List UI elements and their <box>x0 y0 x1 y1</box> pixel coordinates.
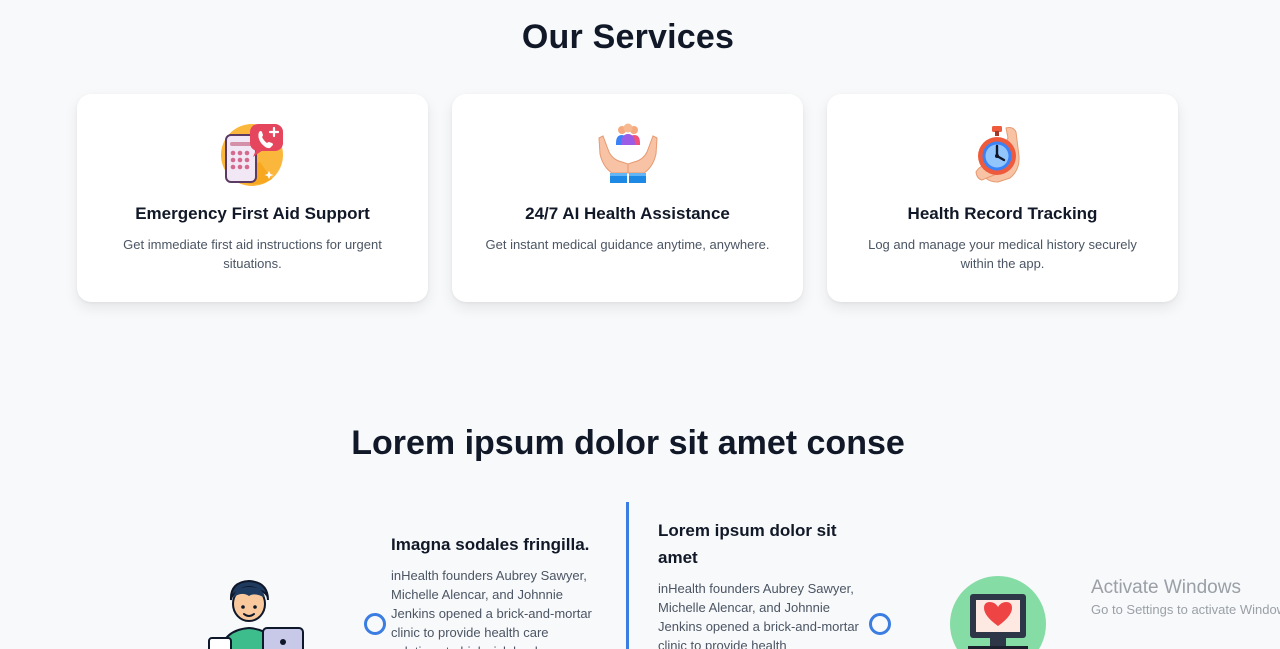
services-title: Our Services <box>521 18 735 56</box>
timeline-item-description: inHealth founders Aubrey Sawyer, Michell… <box>391 568 592 649</box>
timeline-item-title: Imagna sodales fringilla. <box>391 535 590 554</box>
activate-windows-watermark: Activate Windows Go to Settings to activ… <box>1091 577 1280 620</box>
heart-monitor-icon <box>950 576 1046 649</box>
service-card-description: Log and manage your medical history secu… <box>868 237 1137 271</box>
service-card-title: 24/7 AI Health Assistance <box>525 204 730 223</box>
emergency-phone-icon <box>220 122 286 188</box>
page: Our Services Emergency First Aid Support… <box>0 0 1280 649</box>
service-card-title: Emergency First Aid Support <box>135 204 370 223</box>
service-card-title: Health Record Tracking <box>907 204 1098 223</box>
timeline-node <box>364 613 386 635</box>
stopwatch-hand-icon <box>970 122 1036 188</box>
timeline-line <box>626 502 629 649</box>
service-card-ai-assistance[interactable]: 24/7 AI Health Assistance Get instant me… <box>452 94 803 302</box>
service-card-description: Get instant medical guidance anytime, an… <box>485 237 770 252</box>
watermark-subtitle: Go to Settings to activate Windows. <box>1091 602 1280 617</box>
service-card-emergency[interactable]: Emergency First Aid Support Get immediat… <box>77 94 428 302</box>
watermark-title: Activate Windows <box>1091 577 1241 598</box>
person-laptop-icon <box>205 578 309 649</box>
timeline-item-title: Lorem ipsum dolor sit amet <box>658 521 837 567</box>
timeline-section-title: Lorem ipsum dolor sit amet conse <box>351 424 905 462</box>
timeline-node <box>869 613 891 635</box>
hands-people-care-icon <box>595 122 661 188</box>
service-card-description: Get immediate first aid instructions for… <box>123 237 382 271</box>
service-card-health-record[interactable]: Health Record Tracking Log and manage yo… <box>827 94 1178 302</box>
timeline-item-description: inHealth founders Aubrey Sawyer, Michell… <box>658 581 859 649</box>
